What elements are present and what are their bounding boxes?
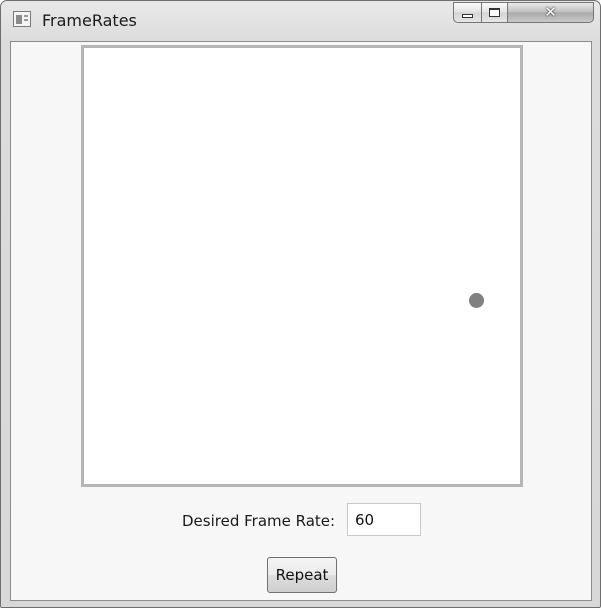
repeat-button[interactable]: Repeat — [267, 557, 337, 593]
window-title: FrameRates — [42, 11, 137, 30]
app-window-icon[interactable] — [13, 11, 31, 27]
caption-buttons: ✕ — [453, 2, 594, 23]
frame-rate-input[interactable] — [347, 503, 421, 536]
maximize-button[interactable] — [481, 2, 507, 23]
close-icon: ✕ — [544, 3, 557, 21]
animated-ball — [469, 293, 484, 308]
animation-canvas — [81, 45, 523, 487]
client-area: Desired Frame Rate: Repeat — [10, 41, 592, 601]
minimize-button[interactable] — [453, 2, 481, 23]
close-button[interactable]: ✕ — [507, 2, 594, 23]
title-bar[interactable]: FrameRates ✕ — [1, 1, 600, 41]
minimize-icon — [462, 13, 473, 18]
frame-rate-label: Desired Frame Rate: — [182, 512, 336, 530]
maximize-icon — [489, 8, 500, 17]
framerates-window: FrameRates ✕ Desired Frame Rate: Repeat — [0, 0, 601, 608]
